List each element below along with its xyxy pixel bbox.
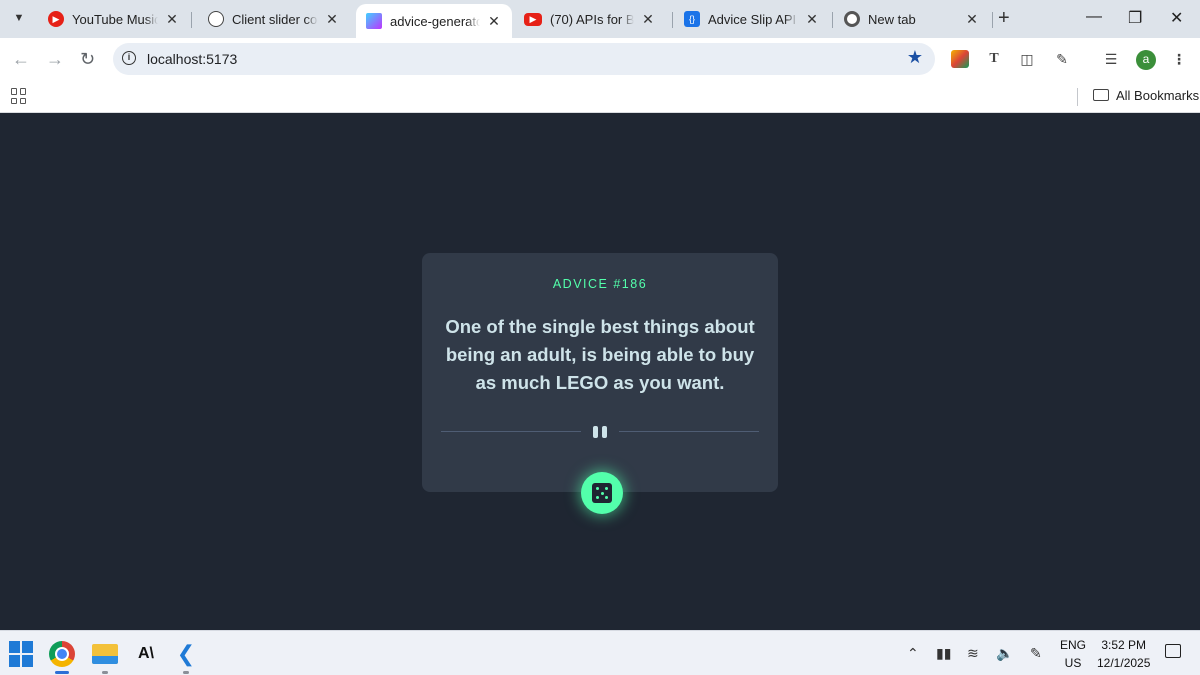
pattern-divider [441,425,759,439]
address-bar[interactable]: i localhost:5173 ★ [113,43,935,75]
site-info-icon[interactable]: i [122,51,136,65]
chevron-up-icon[interactable]: ⌃ [907,645,919,662]
tab-youtube-music[interactable]: ▶ YouTube Music ✕ [38,0,190,38]
bookmarks-separator [1077,88,1078,106]
pause-icon [592,426,608,438]
tab-advice-slip-api[interactable]: {} Advice Slip API - Public ✕ [674,0,830,38]
apps-grid-icon[interactable] [11,88,27,104]
text-extension-icon[interactable]: T [985,50,1003,68]
close-icon[interactable]: ✕ [164,11,180,28]
new-tab-button[interactable]: + [998,8,1010,28]
new-advice-button[interactable] [581,472,623,514]
close-icon[interactable]: ✕ [640,11,656,28]
minimize-button[interactable]: — [1086,8,1102,26]
tab-strip: ▼ ▶ YouTube Music ✕ Client slider code h… [0,0,1200,38]
all-bookmarks-button[interactable]: All Bookmarks [1116,88,1199,103]
claude-app-icon[interactable]: A\ [133,641,159,667]
close-icon[interactable]: ✕ [324,11,340,28]
chatgpt-icon [208,11,224,27]
divider-line-right [619,431,759,432]
tab-apis-for-beginners[interactable]: ▶ (70) APIs for Beginners ✕ [514,0,666,38]
system-clock[interactable]: 3:52 PM 12/1/2025 [1097,636,1150,672]
forward-button[interactable]: → [46,49,64,70]
close-icon[interactable]: ✕ [964,11,980,28]
back-button[interactable]: ← [12,49,30,70]
youtube-music-icon: ▶ [48,11,64,27]
tab-separator [191,12,192,28]
active-app-indicator [55,671,69,674]
chrome-taskbar-icon[interactable] [49,641,75,667]
language-indicator[interactable]: ENG US [1060,636,1086,672]
folder-icon [1093,89,1109,101]
chrome-icon [844,11,860,27]
browser-toolbar: ← → ↻ i localhost:5173 ★ T ◫ ✎ ☰ a ⋮ [0,38,1200,82]
bookmark-star-icon[interactable]: ★ [907,47,923,68]
media-controls-icon[interactable]: ☰ [1102,50,1120,68]
close-icon[interactable]: ✕ [804,11,820,28]
profile-avatar[interactable]: a [1136,50,1156,70]
tab-client-slider[interactable]: Client slider code helper ✕ [198,0,350,38]
running-app-indicator [183,671,189,674]
divider-line-left [441,431,581,432]
reload-button[interactable]: ↻ [80,49,95,70]
notification-icon[interactable] [1165,644,1181,658]
window-close-button[interactable]: ✕ [1170,8,1183,28]
vscode-icon[interactable]: ❮ [173,641,199,667]
wifi-icon[interactable]: ≋ [967,645,979,662]
page-viewport: ADVICE #186 One of the single best thing… [0,113,1200,630]
volume-icon[interactable]: 🔈 [996,645,1013,662]
tab-advice-generator[interactable]: advice-generator-app ✕ [356,4,512,38]
dice-icon [592,483,612,503]
windows-taskbar: A\ ❮ ⌃ ▮▮ ≋ 🔈 ✎ ENG US 3:52 PM 12/1/2025 [0,630,1200,675]
battery-icon[interactable]: ▮▮ [936,645,951,662]
menu-kebab-icon[interactable]: ⋮ [1170,50,1188,68]
windows-start-icon[interactable] [9,641,35,667]
tab-new-tab[interactable]: New tab ✕ [834,0,990,38]
tab-separator [832,12,833,28]
pen-icon[interactable]: ✎ [1030,645,1042,662]
tab-separator [672,12,673,28]
youtube-icon: ▶ [524,12,542,26]
advice-card: ADVICE #186 One of the single best thing… [422,253,778,492]
tab-separator [992,12,993,28]
url-text[interactable]: localhost:5173 [147,51,237,67]
restore-button[interactable]: ❐ [1128,8,1142,28]
tab-search-button[interactable]: ▼ [8,7,30,29]
advice-quote: One of the single best things about bein… [445,316,755,393]
api-icon: {} [684,11,700,27]
advice-id-label: ADVICE #186 [552,277,648,291]
chevron-down-icon: ▼ [13,12,25,24]
vite-icon [366,13,382,29]
close-icon[interactable]: ✕ [486,13,502,30]
running-app-indicator [102,671,108,674]
extensions-puzzle-icon[interactable]: ✎ [1053,50,1071,68]
bookmarks-bar: All Bookmarks [0,82,1200,113]
file-explorer-icon[interactable] [92,644,118,664]
color-picker-extension-icon[interactable] [951,50,969,68]
clipboard-extension-icon[interactable]: ◫ [1018,50,1036,68]
